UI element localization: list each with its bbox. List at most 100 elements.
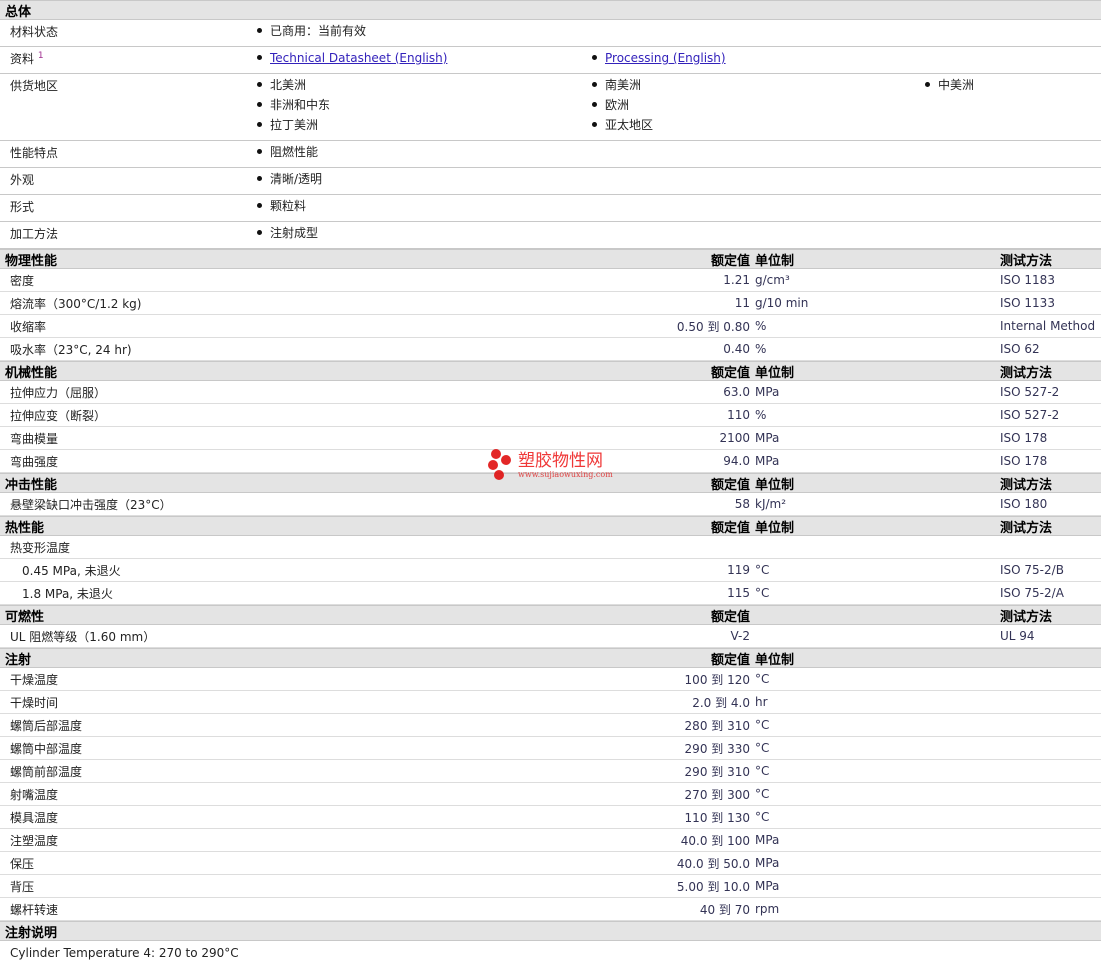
- property-label: 干燥温度: [10, 672, 59, 687]
- value-header: 额定值: [710, 478, 750, 493]
- property-value: 63.0: [723, 385, 750, 399]
- unit-header: 单位制: [755, 521, 795, 536]
- value-header: 额定值: [710, 366, 750, 381]
- property-label: 模具温度: [10, 810, 59, 825]
- note-text: Cylinder Temperature 4: 270 to 290°C: [10, 945, 239, 960]
- list-item: 清晰/透明: [257, 171, 592, 191]
- property-row: 模具温度 110 到 130 °C: [0, 806, 1101, 829]
- section-title: 注射: [5, 653, 32, 668]
- bullet-icon: [257, 176, 262, 181]
- property-label: 保压: [10, 856, 35, 871]
- list-item: 注射成型: [257, 225, 592, 245]
- row-label: 供货地区: [0, 77, 257, 137]
- property-unit: MPa: [755, 454, 780, 468]
- property-unit: g/cm³: [755, 273, 790, 287]
- property-row: 背压 5.00 到 10.0 MPa: [0, 875, 1101, 898]
- row-label-text: 材料状态: [10, 25, 59, 39]
- list-item: 北美洲: [257, 77, 592, 97]
- section-header-notes: 注射说明: [0, 921, 1101, 941]
- logo-dots-icon: [488, 449, 514, 481]
- column: Processing (English): [592, 50, 925, 70]
- column: 北美洲非洲和中东 拉丁美洲: [257, 77, 592, 137]
- value-header: 额定值: [710, 653, 750, 668]
- item-text: 欧洲: [605, 98, 630, 112]
- property-method: ISO 178: [1000, 431, 1048, 445]
- property-row: 拉伸应力（屈服） 63.0 MPa ISO 527-2: [0, 381, 1101, 404]
- section-header-general: 总体: [0, 0, 1101, 20]
- property-row: 弯曲模量 2100 MPa ISO 178: [0, 427, 1101, 450]
- property-label: 背压: [10, 879, 35, 894]
- column: Technical Datasheet (English): [257, 50, 592, 70]
- property-method: ISO 178: [1000, 454, 1048, 468]
- property-unit: °C: [755, 741, 770, 755]
- list-item: 阻燃性能: [257, 144, 592, 164]
- section-header: 热性能 额定值 单位制 测试方法: [0, 516, 1101, 536]
- property-unit: %: [755, 319, 767, 333]
- property-row: 0.45 MPa, 未退火 119 °C ISO 75-2/B: [0, 559, 1101, 582]
- list-item: 欧洲: [592, 97, 925, 117]
- property-value: 11: [734, 296, 750, 310]
- general-row: 资料 1 Technical Datasheet (English) Process…: [0, 47, 1101, 74]
- note-row: Cylinder Temperature 4: 270 to 290°C: [0, 941, 1101, 964]
- section-header: 机械性能 额定值 单位制 测试方法: [0, 361, 1101, 381]
- item-text: 北美洲: [270, 78, 307, 92]
- method-header: 测试方法: [1000, 254, 1053, 269]
- property-label: 弯曲模量: [10, 431, 59, 446]
- property-label: 螺杆转速: [10, 902, 59, 917]
- property-label: 拉伸应变（断裂）: [10, 408, 107, 423]
- property-method: ISO 180: [1000, 497, 1048, 511]
- property-value: 290 到 330: [684, 741, 750, 756]
- item-text: 拉丁美洲: [270, 118, 319, 132]
- property-label: 密度: [10, 273, 35, 288]
- property-value: 40 到 70: [699, 902, 750, 917]
- row-label-text: 加工方法: [10, 227, 59, 241]
- bullet-icon: [592, 82, 597, 87]
- datasheet-link[interactable]: Technical Datasheet (English): [270, 51, 447, 65]
- property-row: 干燥时间 2.0 到 4.0 hr: [0, 691, 1101, 714]
- watermark-logo: 塑胶物性网 www.sujiaowuxing.com: [488, 449, 613, 481]
- column: 阻燃性能: [257, 144, 592, 164]
- property-value: 110 到 130: [684, 810, 750, 825]
- list-item: 非洲和中东: [257, 97, 592, 117]
- unit-header: 单位制: [755, 254, 795, 269]
- datasheet-link[interactable]: Processing (English): [605, 51, 726, 65]
- column: 颗粒料: [257, 198, 592, 218]
- property-row: 螺筒中部温度 290 到 330 °C: [0, 737, 1101, 760]
- list-item: Technical Datasheet (English): [257, 50, 592, 70]
- list-item: Processing (English): [592, 50, 925, 70]
- property-unit: rpm: [755, 902, 780, 916]
- property-method: ISO 1183: [1000, 273, 1055, 287]
- property-method: Internal Method: [1000, 319, 1096, 333]
- property-row: 螺筒后部温度 280 到 310 °C: [0, 714, 1101, 737]
- row-label: 性能特点: [0, 144, 257, 164]
- item-text: 颗粒料: [270, 199, 307, 213]
- property-unit: °C: [755, 586, 770, 600]
- property-label: 干燥时间: [10, 695, 59, 710]
- bullet-icon: [257, 102, 262, 107]
- bullet-icon: [257, 55, 262, 60]
- general-row: 加工方法 注射成型: [0, 222, 1101, 249]
- watermark-url: www.sujiaowuxing.com: [518, 469, 613, 479]
- property-label: 热变形温度: [10, 540, 71, 555]
- footnote-marker: 1: [37, 51, 44, 61]
- property-unit: °C: [755, 810, 770, 824]
- unit-header: 单位制: [755, 653, 795, 668]
- property-label: 螺筒前部温度: [10, 764, 83, 779]
- column: 已商用：当前有效: [257, 23, 592, 43]
- property-row: 悬壁梁缺口冲击强度（23°C） 58 kJ/m² ISO 180: [0, 493, 1101, 516]
- property-value: 0.50 到 0.80: [676, 319, 750, 334]
- property-unit: %: [755, 342, 767, 356]
- general-row: 材料状态 已商用：当前有效: [0, 20, 1101, 47]
- property-label: 0.45 MPa, 未退火: [22, 563, 121, 578]
- method-header: 测试方法: [1000, 366, 1053, 381]
- property-row: 保压 40.0 到 50.0 MPa: [0, 852, 1101, 875]
- property-label: 螺筒中部温度: [10, 741, 83, 756]
- section-title: 热性能: [5, 521, 45, 536]
- row-label: 加工方法: [0, 225, 257, 245]
- property-label: 射嘴温度: [10, 787, 59, 802]
- property-unit: °C: [755, 787, 770, 801]
- row-label-text: 供货地区: [10, 79, 59, 93]
- property-value: 119: [727, 563, 750, 577]
- property-method: ISO 75-2/A: [1000, 586, 1064, 600]
- property-unit: °C: [755, 672, 770, 686]
